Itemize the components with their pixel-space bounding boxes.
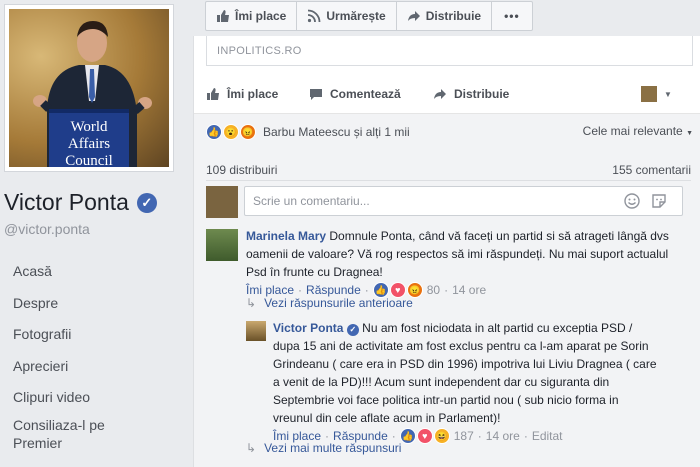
sidebar-item-likes[interactable]: Aprecieri — [0, 351, 190, 383]
reactions-summary[interactable]: 👍 😮 😠 Barbu Mateescu și alți 1 mii — [206, 124, 410, 140]
page-like-label: Îmi place — [235, 9, 287, 23]
share-arrow-icon — [407, 11, 420, 21]
post-card: INPOLITICS.RO Îmi place Comentează Distr… — [193, 36, 700, 467]
comment-body: Marinela Mary Domnule Ponta, când vă fac… — [246, 227, 686, 299]
view-previous-replies-label: Vezi răspunsurile anterioare — [264, 296, 413, 310]
link-domain: INPOLITICS.RO — [217, 45, 302, 57]
more-options-button[interactable]: ••• — [492, 2, 532, 30]
follow-button[interactable]: Urmărește — [297, 2, 397, 30]
view-previous-replies[interactable]: ↳ Vezi răspunsurile anterioare — [246, 296, 413, 310]
post-comment-label: Comentează — [330, 87, 401, 101]
post-share-button[interactable]: Distribuie — [433, 87, 509, 101]
page-action-bar: Îmi place Urmărește Distribuie ••• — [205, 1, 533, 31]
podium-text-1: World — [70, 119, 108, 135]
wow-reaction-icon: 😮 — [223, 124, 239, 140]
post-as-avatar — [641, 86, 657, 102]
emoji-icon[interactable] — [624, 193, 640, 209]
haha-reaction-icon: 😆 — [433, 428, 450, 444]
sidebar-item-advise-premier[interactable]: Consiliaza-l pe Premier — [0, 414, 113, 452]
love-reaction-icon: ♥ — [416, 428, 433, 444]
sidebar-item-home[interactable]: Acasă — [0, 256, 190, 288]
sidebar-item-videos[interactable]: Clipuri video — [0, 382, 190, 414]
verified-badge-icon: ✓ — [346, 324, 359, 336]
post-comment-button[interactable]: Comentează — [309, 87, 401, 101]
link-preview[interactable]: INPOLITICS.RO — [206, 36, 693, 66]
profile-picture-frame[interactable]: World Affairs Council — [4, 4, 174, 172]
caret-down-icon: ▼ — [686, 130, 693, 137]
profile-handle[interactable]: @victor.ponta — [4, 221, 90, 237]
like-reaction-icon: 👍 — [399, 428, 416, 444]
page-like-button[interactable]: Îmi place — [206, 2, 298, 30]
post-as-selector[interactable]: ▼ — [641, 86, 672, 102]
view-more-replies-label: Vezi mai multe răspunsuri — [264, 441, 402, 455]
sort-label: Cele mai relevante — [582, 124, 683, 138]
profile-name[interactable]: Victor Ponta ✓ — [4, 189, 157, 216]
view-more-replies[interactable]: ↳ Vezi mai multe răspunsuri — [246, 441, 401, 455]
comment-author[interactable]: Marinela Mary — [246, 229, 326, 243]
profile-name-text[interactable]: Victor Ponta — [4, 189, 129, 216]
comment-time[interactable]: 14 ore — [486, 427, 520, 445]
speaker-illustration: World Affairs Council — [33, 21, 152, 167]
comment-reaction-count[interactable]: 80 — [427, 281, 440, 299]
comment-text: Nu am fost niciodata in alt partid cu ex… — [273, 321, 657, 425]
share-arrow-icon — [434, 89, 446, 99]
comment-input[interactable] — [244, 186, 683, 216]
post-share-label: Distribuie — [454, 87, 510, 101]
comment-author[interactable]: Victor Ponta — [273, 321, 343, 335]
angry-reaction-icon: 😠 — [240, 124, 256, 140]
follow-label: Urmărește — [326, 9, 386, 23]
thumbs-up-icon — [217, 10, 229, 22]
rss-icon — [308, 9, 321, 23]
comment-bubble-icon — [310, 89, 322, 100]
avatar — [206, 186, 238, 218]
divider — [206, 180, 691, 181]
comment-reaction-count[interactable]: 187 — [454, 427, 474, 445]
reactions-summary-text: Barbu Mateescu și alți 1 mii — [263, 125, 410, 139]
post-actions: Îmi place Comentează Distribuie ▼ — [194, 80, 700, 108]
page-share-button[interactable]: Distribuie — [397, 2, 493, 30]
sidebar-item-photos[interactable]: Fotografii — [0, 319, 190, 351]
comment-body: Victor Ponta ✓ Nu am fost niciodata in a… — [273, 319, 661, 445]
avatar[interactable] — [246, 321, 266, 341]
sticker-icon[interactable] — [651, 193, 667, 209]
page-share-label: Distribuie — [425, 9, 482, 23]
post-like-label: Îmi place — [227, 87, 279, 101]
avatar[interactable] — [206, 229, 238, 261]
comment-time[interactable]: 14 ore — [452, 281, 486, 299]
post-like-button[interactable]: Îmi place — [206, 87, 278, 101]
comment-edited[interactable]: Editat — [532, 427, 563, 445]
thumbs-up-icon — [207, 88, 219, 100]
sidebar-nav: Acasă Despre Fotografii Aprecieri Clipur… — [0, 256, 190, 452]
podium-text-3: Council — [65, 153, 113, 167]
like-reaction-icon: 👍 — [206, 124, 222, 140]
sidebar-item-about[interactable]: Despre — [0, 288, 190, 320]
reply-arrow-icon: ↳ — [246, 296, 257, 310]
chevron-down-icon: ▼ — [664, 89, 672, 99]
comment-sort-dropdown[interactable]: Cele mai relevante ▼ — [583, 124, 693, 138]
more-dots-icon: ••• — [504, 9, 520, 23]
reply-arrow-icon: ↳ — [246, 441, 257, 455]
comments-count[interactable]: 155 comentarii — [612, 163, 691, 177]
verified-badge-icon: ✓ — [136, 192, 157, 213]
profile-photo[interactable]: World Affairs Council — [9, 9, 169, 167]
shares-count[interactable]: 109 distribuiri — [206, 163, 277, 177]
comment-composer — [206, 186, 691, 218]
podium-text-2: Affairs — [68, 136, 110, 152]
